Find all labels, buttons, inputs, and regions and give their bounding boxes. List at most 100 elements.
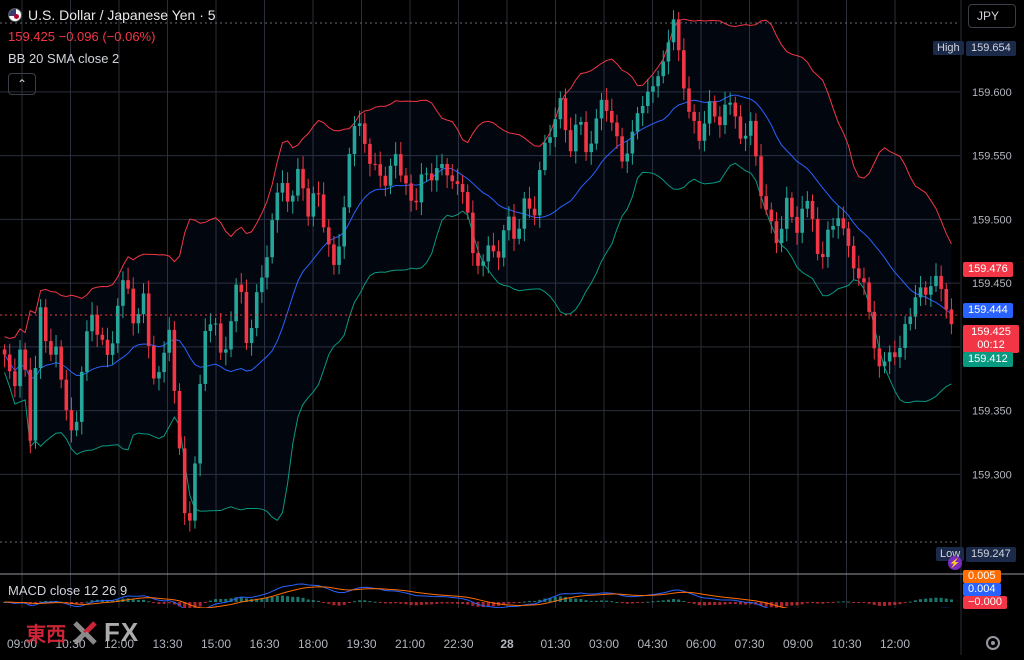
candle-body (630, 131, 635, 154)
time-axis-label: 10:30 (831, 637, 861, 651)
candle-body (100, 334, 105, 340)
macd-histogram-bar (337, 602, 341, 606)
macd-histogram-bar (152, 602, 156, 603)
price-chart[interactable]: 09:00 10:30 12:00 13:30 15:00 16:30 18:00 19:30… (0, 0, 1024, 655)
candle-body (18, 349, 22, 387)
macd-histogram-bar (589, 600, 593, 602)
macd-histogram-bar (672, 598, 676, 602)
candle-body (332, 244, 336, 265)
time-axis-label: 13:30 (152, 637, 182, 651)
candle-body (136, 314, 141, 324)
candle-body (548, 137, 552, 143)
candle-body (625, 153, 630, 162)
macd-histogram-bar (136, 599, 140, 602)
macd-histogram-bar (913, 600, 917, 602)
candle-body (445, 163, 449, 176)
candle-body (579, 121, 583, 125)
candle-body (692, 111, 696, 121)
macd-histogram-bar (363, 600, 367, 602)
candle-body (265, 257, 269, 278)
macd-histogram-bar (774, 602, 779, 608)
candle-body (496, 251, 501, 258)
candle-body (28, 369, 33, 441)
candle-body (594, 118, 599, 144)
macd-histogram-bar (311, 600, 315, 602)
candle-body (90, 314, 94, 332)
macd-histogram-bar (435, 602, 439, 604)
candle-body (115, 305, 120, 344)
candle-body (229, 321, 233, 350)
macd-histogram-bar (713, 602, 717, 605)
candle-body (599, 99, 604, 119)
candle-body (810, 200, 815, 219)
candle-body (188, 513, 192, 521)
last-price-label: 159.425 00:12 (963, 325, 1019, 353)
candle-body (424, 173, 429, 175)
macd-histogram-bar (836, 601, 840, 603)
candle-body (59, 346, 63, 380)
candle-body (49, 341, 53, 355)
candle-body (198, 383, 202, 464)
macd-histogram-bar (450, 602, 454, 604)
candle-body (476, 253, 480, 266)
candle-body (270, 220, 274, 258)
candle-body (383, 175, 388, 186)
macd-histogram-bar (620, 602, 624, 604)
candle-body (748, 120, 753, 136)
macd-histogram-bar (723, 602, 727, 605)
symbol-legend[interactable]: U.S. Dollar / Japanese Yen · 5 (8, 7, 216, 23)
macd-histogram-bar (697, 602, 701, 606)
lightning-icon[interactable]: ⚡ (948, 556, 962, 570)
candle-body (584, 121, 588, 153)
candle-body (244, 291, 249, 343)
macd-histogram-bar (656, 600, 660, 602)
gear-icon[interactable] (986, 636, 1000, 650)
candle-body (887, 352, 892, 362)
candle-body (949, 309, 954, 325)
candle-body (723, 104, 727, 126)
macd-indicator-legend[interactable]: MACD close 12 26 9 (8, 583, 127, 598)
candle-body (260, 277, 264, 293)
bb-indicator-legend[interactable]: BB 20 SMA close 2 (8, 51, 119, 66)
collapse-legend-button[interactable]: ⌃ (8, 73, 36, 95)
macd-histogram-bar (903, 602, 907, 603)
time-axis-label: 12:00 (880, 637, 910, 651)
macd-histogram-bar (157, 602, 161, 604)
price-axis-tick: 159.350 (972, 406, 1012, 418)
candle-body (682, 50, 686, 89)
macd-histogram-bar (661, 600, 665, 602)
candle-body (182, 448, 187, 514)
candle-body (280, 182, 285, 193)
macd-histogram-bar (296, 596, 300, 602)
candle-body (517, 228, 521, 239)
chart-area[interactable]: 09:00 10:30 12:00 13:30 15:00 16:30 18:00 19:30… (0, 0, 1024, 655)
macd-histogram-bar (533, 600, 537, 602)
macd-histogram-bar (219, 598, 223, 602)
candle-body (784, 197, 789, 229)
candle-body (378, 164, 383, 176)
candle-body (826, 229, 830, 258)
candle-body (903, 324, 907, 349)
candle-body (435, 168, 439, 181)
price-axis-tick: 159.300 (972, 469, 1012, 481)
candle-body (193, 463, 197, 521)
macd-histogram-bar (615, 601, 619, 603)
macd-histogram-bar (635, 602, 640, 603)
candle-body (537, 170, 542, 216)
macd-histogram-bar (877, 602, 881, 606)
macd-histogram-bar (682, 600, 686, 602)
candle-body (337, 246, 341, 265)
macd-histogram-bar (625, 602, 629, 604)
macd-histogram-bar (934, 597, 938, 602)
candle-body (368, 143, 372, 164)
candle-body (486, 245, 491, 262)
macd-histogram-bar (85, 601, 89, 603)
macd-histogram-bar (301, 597, 305, 602)
macd-histogram-bar (687, 602, 691, 603)
macd-line-value: 0.004 (963, 583, 1001, 596)
time-axis-label: 22:30 (443, 637, 473, 651)
candle-body (898, 348, 902, 358)
currency-button[interactable]: JPY (968, 4, 1016, 28)
candle-body (213, 323, 218, 325)
candle-body (362, 123, 367, 144)
